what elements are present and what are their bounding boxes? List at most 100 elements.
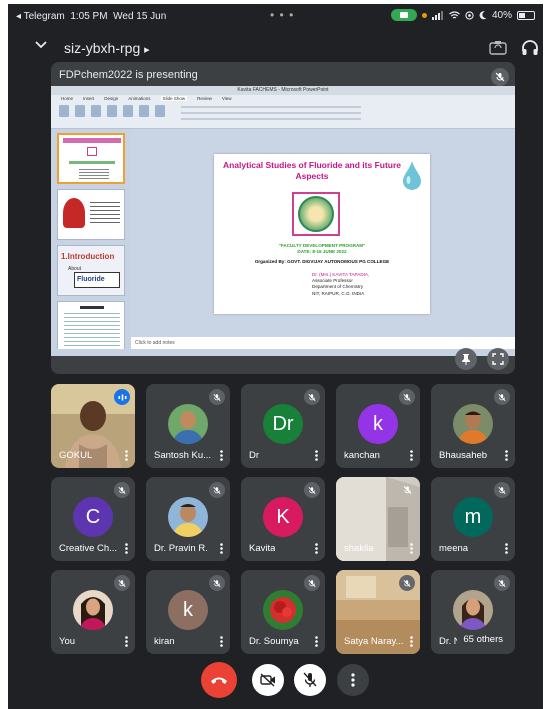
participant-avatar: [453, 404, 493, 444]
slide-title: Analytical Studies of Fluoride and its F…: [222, 160, 402, 181]
mic-toggle-button[interactable]: [294, 664, 326, 696]
ppt-tab: Design: [104, 96, 119, 101]
more-vert-icon[interactable]: [505, 543, 508, 554]
mic-off-icon: [494, 389, 510, 405]
more-vert-icon[interactable]: [410, 543, 413, 554]
participant-tile[interactable]: m meena: [431, 477, 515, 561]
ppt-tab: Home: [61, 96, 74, 101]
fullscreen-icon: [492, 353, 504, 365]
switch-camera-icon[interactable]: [488, 38, 508, 58]
participant-tile[interactable]: shakila: [336, 477, 420, 561]
mic-off-icon: [303, 672, 317, 687]
more-vert-icon[interactable]: [315, 543, 318, 554]
more-vert-icon[interactable]: [410, 636, 413, 647]
phone-hangup-icon: [211, 677, 227, 684]
headphones-audio-icon[interactable]: [520, 38, 540, 58]
slide-program-dates: DATE: 8-15 JUNE 2022: [297, 249, 347, 254]
participant-tile[interactable]: Dr. Pravin R.: [146, 477, 230, 561]
cellular-icon: [431, 10, 443, 20]
ppt-tab: View: [221, 96, 232, 101]
more-vert-icon[interactable]: [220, 636, 223, 647]
mic-off-icon: [491, 68, 509, 86]
more-vert-icon[interactable]: [410, 450, 413, 461]
participant-tile[interactable]: Satya Naray...: [336, 570, 420, 654]
mic-off-icon: [209, 575, 225, 591]
presenter-label: FDPchem2022 is presenting: [59, 69, 198, 81]
back-to-app-link[interactable]: ◂ Telegram: [16, 11, 65, 22]
mic-off-icon: [304, 575, 320, 591]
participant-tile-overflow[interactable]: Dr. N 65 others: [431, 570, 515, 654]
pin-button[interactable]: [455, 348, 477, 370]
shared-screen: Kavita FACHEMS - Microsoft PowerPoint Ho…: [51, 86, 515, 356]
moon-icon: [479, 10, 487, 19]
participant-tile[interactable]: Dr. Soumya: [241, 570, 325, 654]
participant-name: Dr. Pravin R.: [154, 543, 208, 554]
participant-avatar: K: [263, 497, 303, 537]
participant-avatar: k: [358, 404, 398, 444]
participant-tile[interactable]: GOKUL: [51, 384, 135, 468]
presentation-tile[interactable]: FDPchem2022 is presenting Kavita FACHEMS…: [51, 62, 515, 374]
others-count-badge[interactable]: 65 others: [457, 632, 509, 648]
ppt-window-title: Kavita FACHEMS - Microsoft PowerPoint: [51, 86, 515, 95]
ppt-ribbon-icons: [59, 105, 165, 117]
ppt-slide-thumbnails: 1.Introduction About Fluoride: [51, 129, 131, 352]
participant-avatar: Dr: [263, 404, 303, 444]
participant-tile[interactable]: You: [51, 570, 135, 654]
camera-toggle-button[interactable]: [252, 664, 284, 696]
mic-off-icon: [304, 482, 320, 498]
more-vert-icon[interactable]: [125, 543, 128, 554]
chevron-down-icon[interactable]: [34, 38, 48, 52]
water-drop-icon: [403, 161, 421, 190]
participant-name: Creative Ch...: [59, 543, 118, 554]
participant-tile[interactable]: Bhausaheb: [431, 384, 515, 468]
participant-name: Bhausaheb: [439, 450, 488, 461]
participant-avatar: [453, 590, 493, 630]
slide-author-block: Dr. (Mrs.) KAVITA TAPADIA, Associate Pro…: [312, 272, 369, 297]
participant-avatar: m: [453, 497, 493, 537]
more-vert-icon[interactable]: [505, 450, 508, 461]
slide-organizer: Organized By: GOVT. DIGVIJAY AUTONOMOUS …: [254, 259, 390, 264]
status-time: 1:05 PM: [70, 11, 108, 22]
more-vert-icon[interactable]: [220, 543, 223, 554]
participant-name: kiran: [154, 636, 175, 647]
status-date: Wed 15 Jun: [113, 11, 167, 22]
ppt-tab: Insert: [83, 96, 95, 101]
more-vert-icon[interactable]: [220, 450, 223, 461]
multitask-dots[interactable]: • • •: [270, 8, 294, 22]
more-vert-icon[interactable]: [315, 636, 318, 647]
wifi-icon: [449, 10, 460, 18]
status-right: 40%: [390, 9, 535, 21]
thumb-intro-text: 1.Introduction: [61, 252, 115, 261]
participant-name: Dr: [249, 450, 260, 461]
participant-name: shakila: [344, 543, 374, 554]
participant-avatar: [168, 497, 208, 537]
participant-tile[interactable]: K Kavita: [241, 477, 325, 561]
ppt-tab: Review: [197, 96, 212, 101]
more-options-button[interactable]: [337, 664, 369, 696]
more-vert-icon[interactable]: [315, 450, 318, 461]
participant-tile[interactable]: k kiran: [146, 570, 230, 654]
slide-thumbnail: [57, 301, 125, 352]
fullscreen-button[interactable]: [487, 348, 509, 370]
ppt-status-bar: [51, 349, 515, 356]
pin-icon: [462, 354, 470, 365]
speaking-indicator-icon: [114, 389, 130, 405]
slide-thumbnail: [57, 189, 125, 240]
end-call-button[interactable]: [201, 662, 237, 698]
ppt-tab: Animations: [128, 96, 151, 101]
more-vert-icon[interactable]: [125, 450, 128, 461]
more-vert-icon[interactable]: [125, 636, 128, 647]
participant-tile[interactable]: Santosh Ku...: [146, 384, 230, 468]
mic-in-use-dot: [421, 12, 427, 18]
meeting-code-button[interactable]: siz-ybxh-rpg ▸: [64, 40, 150, 56]
caret-right-icon: ▸: [144, 44, 150, 56]
mic-off-icon: [304, 389, 320, 405]
mic-off-icon: [209, 389, 225, 405]
mic-off-icon: [494, 575, 510, 591]
participant-name: Santosh Ku...: [154, 450, 212, 461]
participant-tile[interactable]: Dr Dr: [241, 384, 325, 468]
at-icon: [465, 10, 474, 20]
participant-tile[interactable]: C Creative Ch...: [51, 477, 135, 561]
participant-name: Dr. Soumya: [249, 636, 299, 647]
participant-tile[interactable]: k kanchan: [336, 384, 420, 468]
